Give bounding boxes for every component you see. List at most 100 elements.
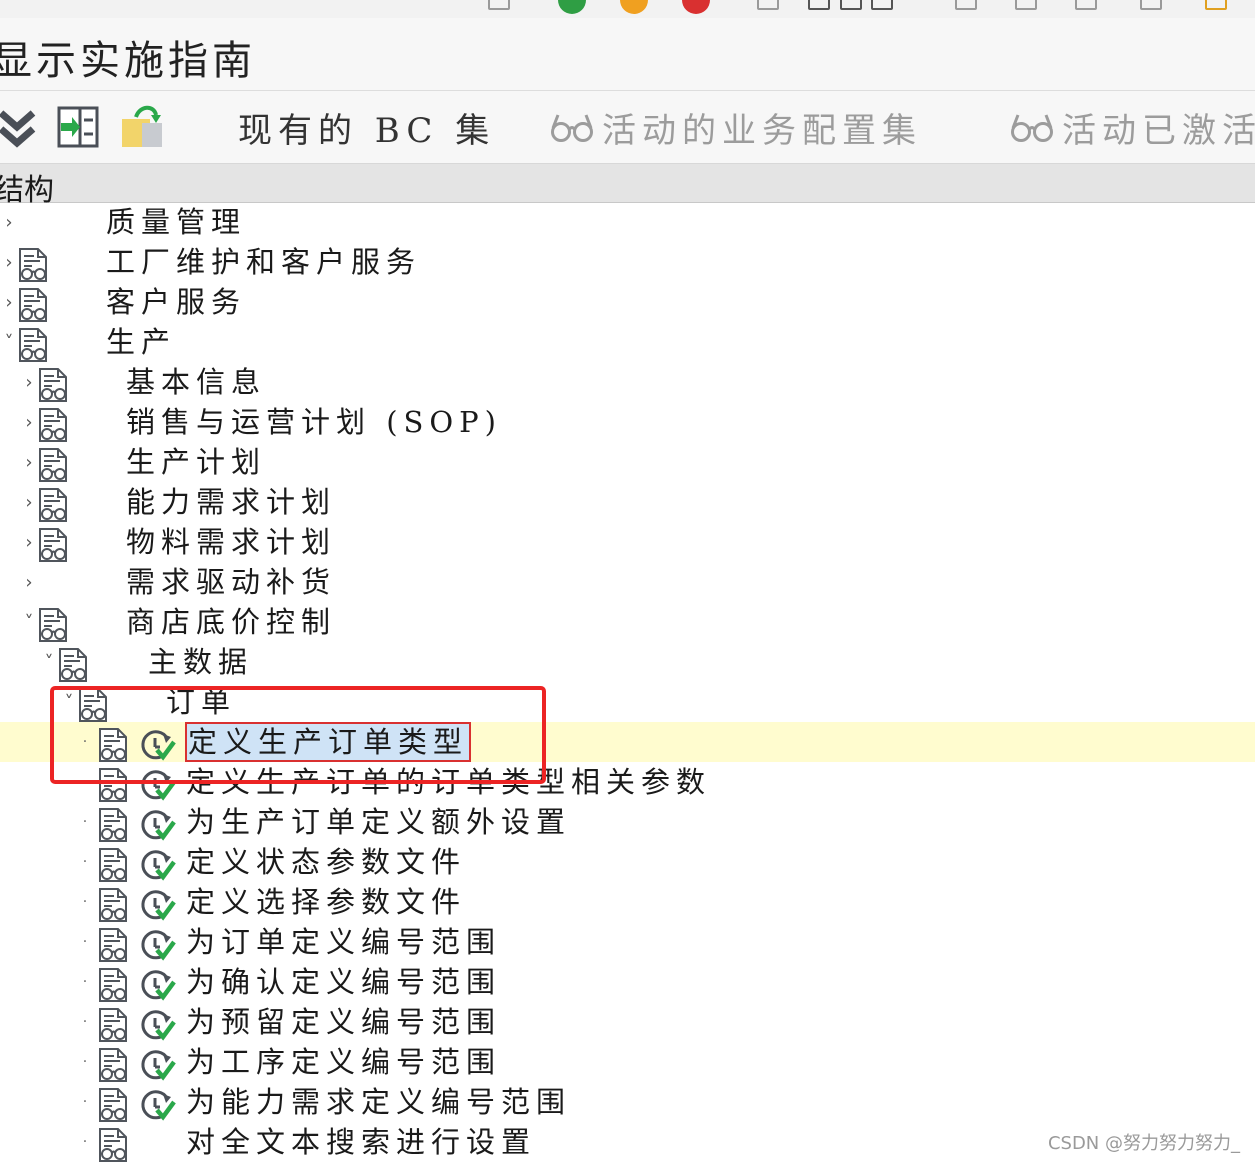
tree-node-label[interactable]: 基本信息 — [126, 363, 266, 401]
execute-activity-icon[interactable] — [140, 969, 176, 1001]
toolbar-icon[interactable] — [488, 0, 510, 10]
documentation-icon[interactable] — [18, 288, 50, 322]
chevron-right-icon[interactable]: › — [20, 482, 38, 522]
tree-row[interactable]: · 为工序定义编号范围 — [0, 1042, 1255, 1082]
documentation-icon[interactable] — [98, 848, 130, 882]
documentation-icon[interactable] — [98, 1008, 130, 1042]
execute-activity-icon[interactable] — [140, 809, 176, 841]
chevron-right-icon[interactable]: › — [20, 522, 38, 562]
tree-node-label[interactable]: 为生产订单定义额外设置 — [186, 803, 571, 841]
chevron-down-icon[interactable]: ˅ — [40, 642, 58, 682]
tree-node-label[interactable]: 需求驱动补货 — [126, 563, 336, 601]
tree-node-label[interactable]: 定义状态参数文件 — [186, 843, 466, 881]
tree-node-label[interactable]: 为能力需求定义编号范围 — [186, 1083, 571, 1121]
toolbar-icon[interactable] — [1140, 0, 1162, 10]
tree-node-label[interactable]: 为预留定义编号范围 — [186, 1003, 501, 1041]
chevron-right-icon[interactable]: › — [0, 282, 18, 322]
tree-node-label[interactable]: 工厂维护和客户服务 — [106, 243, 421, 281]
execute-button[interactable] — [56, 99, 100, 155]
execute-activity-icon[interactable] — [140, 849, 176, 881]
toolbar-icon[interactable] — [757, 0, 779, 10]
tree-row[interactable]: › 客户服务 — [0, 282, 1255, 322]
tree-row[interactable]: · 定义状态参数文件 — [0, 842, 1255, 882]
transport-button[interactable] — [120, 99, 166, 155]
chevron-right-icon[interactable]: › — [20, 562, 38, 602]
tree-row[interactable]: › 基本信息 — [0, 362, 1255, 402]
documentation-icon[interactable] — [98, 1088, 130, 1122]
documentation-icon[interactable] — [38, 528, 70, 562]
existing-bc-sets-button[interactable]: 现有的 BC 集 — [238, 99, 495, 155]
tree-node-label[interactable]: 为确认定义编号范围 — [186, 963, 501, 1001]
chevron-down-icon[interactable]: ˅ — [20, 602, 38, 642]
execute-activity-icon[interactable] — [140, 889, 176, 921]
tree-row[interactable]: › 需求驱动补货 — [0, 562, 1255, 602]
tree-node-label[interactable]: 商店底价控制 — [126, 603, 336, 641]
chevron-right-icon[interactable]: › — [20, 402, 38, 442]
documentation-icon[interactable] — [18, 248, 50, 282]
documentation-icon[interactable] — [38, 488, 70, 522]
documentation-icon[interactable] — [38, 608, 70, 642]
documentation-icon[interactable] — [98, 1048, 130, 1082]
execute-activity-icon[interactable] — [140, 1009, 176, 1041]
tree-row[interactable]: › 能力需求计划 — [0, 482, 1255, 522]
tree-row[interactable]: › 生产计划 — [0, 442, 1255, 482]
documentation-icon[interactable] — [38, 368, 70, 402]
chevron-down-icon[interactable]: ˅ — [0, 322, 18, 362]
chevron-right-icon[interactable]: › — [20, 442, 38, 482]
red-status-icon[interactable] — [682, 0, 710, 14]
collapse-all-button[interactable] — [0, 99, 36, 155]
tree-row[interactable]: · 为生产订单定义额外设置 — [0, 802, 1255, 842]
documentation-icon[interactable] — [38, 448, 70, 482]
tree-row[interactable]: › 销售与运营计划 (SOP) — [0, 402, 1255, 442]
tree-row[interactable]: ˅ 主数据 — [0, 642, 1255, 682]
tree-node-label[interactable]: 客户服务 — [106, 283, 246, 321]
documentation-icon[interactable] — [98, 1128, 130, 1162]
tree-row[interactable]: ˅ 商店底价控制 — [0, 602, 1255, 642]
toolbar-icon[interactable] — [1015, 0, 1037, 10]
chevron-right-icon[interactable]: › — [0, 242, 18, 282]
tree-node-label[interactable]: 生产计划 — [126, 443, 266, 481]
active-bc-sets-button[interactable]: 活动的业务配置集 — [550, 99, 922, 155]
tree-row[interactable]: › 质量管理 — [0, 202, 1255, 242]
execute-activity-icon[interactable] — [140, 929, 176, 961]
tree-node-label[interactable]: 物料需求计划 — [126, 523, 336, 561]
documentation-icon[interactable] — [58, 648, 90, 682]
toolbar-icon[interactable] — [1075, 0, 1097, 10]
tree-node-label[interactable]: 为工序定义编号范围 — [186, 1043, 501, 1081]
tree-node-label[interactable]: 质量管理 — [106, 203, 246, 241]
tree-node-label[interactable]: 能力需求计划 — [126, 483, 336, 521]
tree-node-label[interactable]: 定义选择参数文件 — [186, 883, 466, 921]
documentation-icon[interactable] — [18, 328, 50, 362]
toolbar-icon[interactable] — [955, 0, 977, 10]
documentation-icon[interactable] — [98, 928, 130, 962]
toolbar-icon[interactable] — [840, 0, 862, 10]
tree-row[interactable]: › 工厂维护和客户服务 — [0, 242, 1255, 282]
chevron-right-icon[interactable]: › — [20, 362, 38, 402]
documentation-icon[interactable] — [38, 408, 70, 442]
activated-bc-sets-button[interactable]: 活动已激活 — [1010, 99, 1255, 155]
documentation-icon[interactable] — [98, 888, 130, 922]
tree-node-label[interactable]: 生产 — [106, 323, 176, 361]
documentation-icon[interactable] — [98, 808, 130, 842]
tree-node-label[interactable]: 对全文本搜索进行设置 — [186, 1123, 536, 1161]
tree-row[interactable]: · 为预留定义编号范围 — [0, 1002, 1255, 1042]
tree-row[interactable]: ˅ 生产 — [0, 322, 1255, 362]
tree-node-label[interactable]: 为订单定义编号范围 — [186, 923, 501, 961]
tree-row[interactable]: › 物料需求计划 — [0, 522, 1255, 562]
tree-row[interactable]: · 为订单定义编号范围 — [0, 922, 1255, 962]
tree-node-label[interactable]: 主数据 — [148, 643, 253, 681]
execute-activity-icon[interactable] — [140, 1089, 176, 1121]
toolbar-icon[interactable] — [808, 0, 830, 10]
toolbar-icon[interactable] — [1205, 0, 1227, 10]
toolbar-icon[interactable] — [871, 0, 893, 10]
orange-status-icon[interactable] — [620, 0, 648, 14]
execute-activity-icon[interactable] — [140, 1049, 176, 1081]
tree-row[interactable]: · 定义选择参数文件 — [0, 882, 1255, 922]
tree-node-label[interactable]: 销售与运营计划 (SOP) — [126, 403, 502, 441]
tree-row[interactable]: · 为能力需求定义编号范围 — [0, 1082, 1255, 1122]
documentation-icon[interactable] — [98, 968, 130, 1002]
tree-row[interactable]: · 为确认定义编号范围 — [0, 962, 1255, 1002]
chevron-right-icon[interactable]: › — [0, 202, 18, 242]
structure-column-header[interactable]: 结构 — [0, 164, 1255, 208]
green-status-icon[interactable] — [558, 0, 586, 14]
